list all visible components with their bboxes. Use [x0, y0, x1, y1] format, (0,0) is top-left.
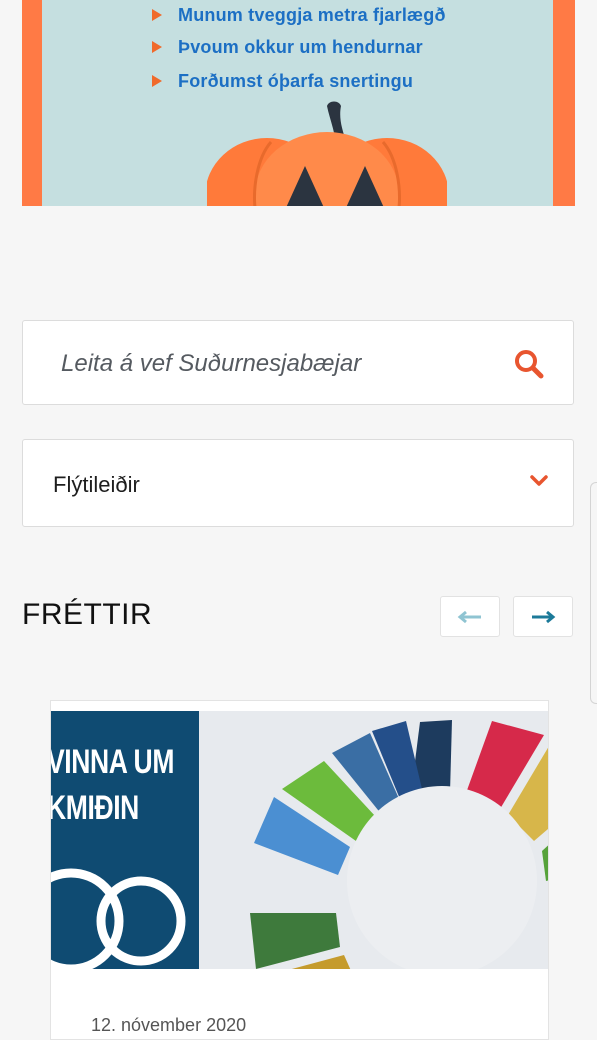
- banner-bullet: Forðumst óþarfa snertingu: [152, 64, 446, 98]
- news-prev-button[interactable]: [440, 596, 500, 637]
- pumpkin-icon: [207, 101, 447, 206]
- news-card[interactable]: VINNA UM KMIÐIN 12. nóvember 2020: [50, 700, 549, 1040]
- triangle-bullet-icon: [152, 41, 162, 53]
- triangle-bullet-icon: [152, 9, 162, 21]
- news-card-image-text: VINNA UM KMIÐIN: [51, 743, 175, 827]
- rings-icon: [51, 868, 186, 969]
- search-icon[interactable]: [513, 348, 545, 380]
- banner-bullet-text: Munum tveggja metra fjarlægð: [178, 4, 446, 25]
- arrow-left-icon: [457, 610, 481, 623]
- banner-bullet-list: Munum tveggja metra fjarlægð Þvoum okkur…: [152, 0, 446, 98]
- sdg-wheel-icon: [246, 720, 548, 969]
- banner-image: Munum tveggja metra fjarlægð Þvoum okkur…: [22, 0, 575, 206]
- site-search-box: [22, 320, 574, 406]
- banner-bullet: Munum tveggja metra fjarlægð: [152, 0, 446, 30]
- banner-bullet-text: Forðumst óþarfa snertingu: [178, 70, 414, 91]
- arrow-right-icon: [532, 610, 556, 623]
- search-input[interactable]: [59, 321, 493, 406]
- news-card-image: VINNA UM KMIÐIN: [51, 711, 548, 969]
- news-card-date: 12. nóvember 2020: [91, 1015, 247, 1035]
- news-next-button[interactable]: [513, 596, 573, 637]
- chevron-down-icon: [530, 475, 548, 486]
- news-card-image-panel: VINNA UM KMIÐIN: [51, 711, 199, 969]
- edge-scroll-handle[interactable]: [590, 482, 597, 704]
- banner-bullet: Þvoum okkur um hendurnar: [152, 30, 446, 64]
- news-heading: FRÉTTIR: [22, 598, 153, 631]
- triangle-bullet-icon: [152, 75, 162, 87]
- banner-bullet-text: Þvoum okkur um hendurnar: [178, 36, 423, 57]
- quicklinks-dropdown[interactable]: Flýtileiðir: [22, 439, 574, 527]
- quicklinks-label: Flýtileiðir: [53, 472, 140, 497]
- banner-poster: Munum tveggja metra fjarlægð Þvoum okkur…: [42, 0, 553, 206]
